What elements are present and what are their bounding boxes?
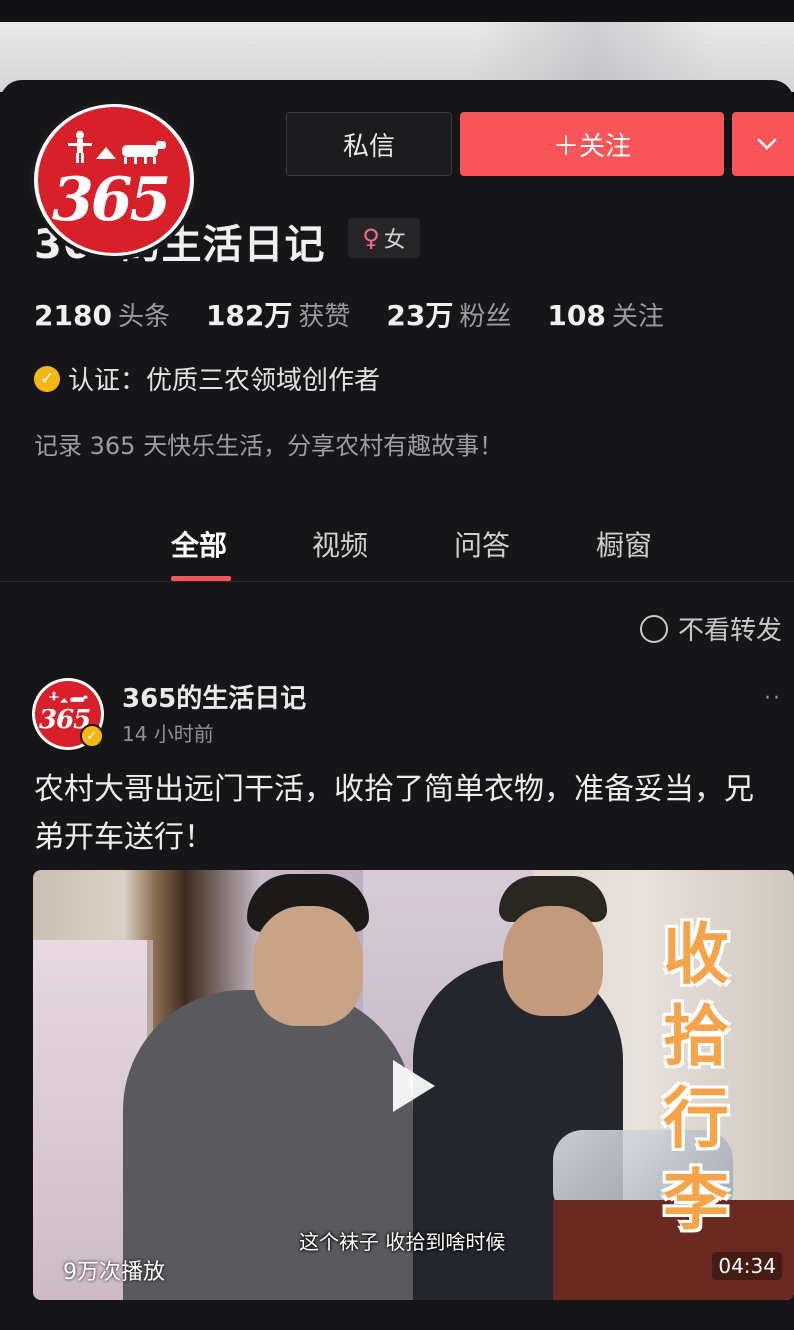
- verification-row: ✓ 认证：优质三农领域创作者: [34, 360, 380, 397]
- overlay-char: 李: [663, 1162, 729, 1239]
- message-button[interactable]: 私信: [286, 112, 452, 176]
- stat-label: 头条: [117, 302, 170, 332]
- status-strip: [0, 0, 794, 22]
- more-icon[interactable]: ··: [764, 686, 782, 711]
- verified-icon: ✓: [34, 365, 60, 392]
- profile-panel: 365 私信 ＋关注 365的生活日记 ♀ 女 2180 头条 182万 获赞 23…: [0, 80, 794, 1330]
- female-icon: ♀: [362, 224, 380, 252]
- video-thumbnail[interactable]: 收 拾 行 李 这个袜子 收拾到啥时候 9万次播放 04:34: [33, 870, 794, 1300]
- active-tab-indicator: [171, 576, 231, 581]
- video-person-left-head: [253, 906, 363, 1026]
- video-person-right-head: [503, 906, 603, 1016]
- video-duration: 04:34: [712, 1252, 782, 1280]
- stat-value: 182万: [205, 299, 293, 332]
- follow-button[interactable]: ＋关注: [460, 112, 724, 176]
- tab-video[interactable]: 视频: [312, 524, 368, 564]
- post-text[interactable]: 农村大哥出远门干活，收拾了简单衣物，准备妥当，兄弟开车送行！: [34, 766, 774, 862]
- stat-label: 获赞: [298, 302, 351, 332]
- avatar-logo: 365: [38, 107, 190, 253]
- profile-stats: 2180 头条 182万 获赞 23万 粉丝 108 关注: [34, 294, 664, 334]
- tab-showcase[interactable]: 橱窗: [596, 524, 652, 564]
- gender-badge: ♀ 女: [348, 218, 420, 258]
- play-icon[interactable]: [393, 1060, 435, 1112]
- overlay-char: 收: [663, 916, 729, 993]
- verification-text: 认证：优质三农领域创作者: [68, 366, 381, 396]
- post-author-name[interactable]: 365的生活日记: [122, 678, 306, 715]
- overlay-char: 拾: [663, 998, 729, 1075]
- profile-avatar[interactable]: 365: [30, 100, 198, 260]
- farm-logo-icon: [49, 691, 88, 703]
- overlay-char: 行: [663, 1080, 729, 1157]
- play-count: 9万次播放: [63, 1260, 165, 1285]
- post-timestamp: 14 小时前: [122, 722, 214, 746]
- stat-label: 关注: [611, 302, 664, 332]
- chevron-down-icon: [757, 138, 777, 150]
- video-overlay-title: 收 拾 行 李: [651, 914, 741, 1242]
- content-tabs: 全部 视频 问答 橱窗: [0, 520, 794, 582]
- stat-value: 23万: [386, 299, 454, 332]
- tab-qa[interactable]: 问答: [454, 524, 510, 564]
- tab-all[interactable]: 全部: [171, 524, 227, 564]
- stat-value: 108: [547, 299, 606, 332]
- more-options-button[interactable]: [732, 112, 794, 176]
- filter-label: 不看转发: [678, 616, 783, 646]
- stat-posts[interactable]: 2180 头条: [34, 296, 170, 333]
- stat-label: 粉丝: [459, 302, 512, 332]
- video-subtitle: 这个袜子 收拾到啥时候: [299, 1230, 506, 1254]
- stat-likes[interactable]: 182万 获赞: [206, 294, 350, 334]
- profile-bio: 记录 365 天快乐生活，分享农村有趣故事！: [34, 432, 504, 460]
- stat-following[interactable]: 108 关注: [547, 296, 663, 333]
- gender-label: 女: [383, 228, 406, 253]
- stat-value: 2180: [34, 299, 112, 332]
- avatar-number: 365: [52, 165, 171, 235]
- verified-icon: ✓: [80, 724, 104, 748]
- farm-logo-icon: [68, 131, 166, 164]
- stat-fans[interactable]: 23万 粉丝: [386, 294, 511, 334]
- hide-reposts-toggle[interactable]: 不看转发: [640, 610, 782, 647]
- radio-icon: [640, 614, 668, 643]
